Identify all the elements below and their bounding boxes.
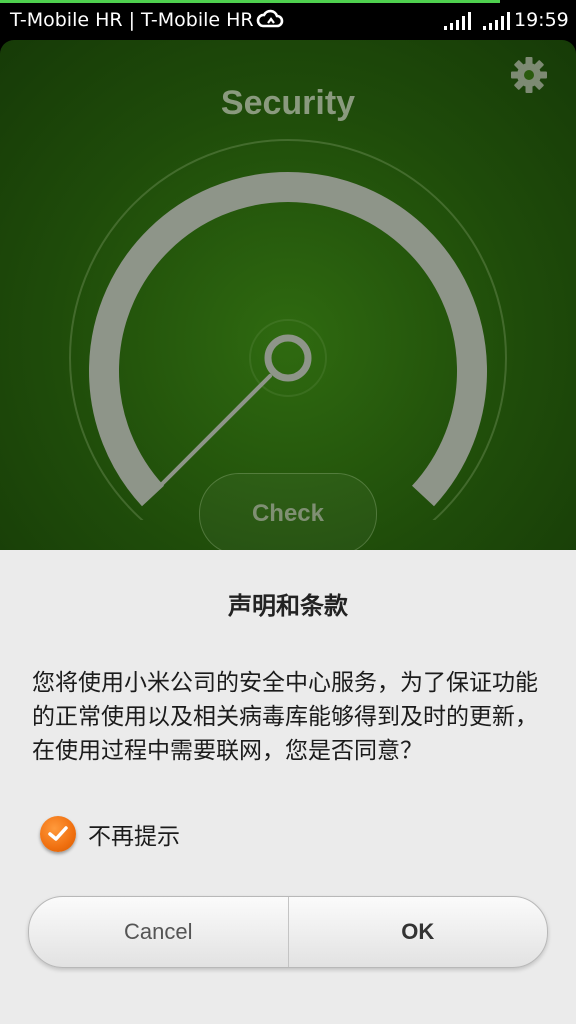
- dont-remind-checkbox[interactable]: 不再提示: [40, 814, 180, 854]
- clock: 19:59: [514, 9, 569, 31]
- cancel-button[interactable]: Cancel: [29, 897, 289, 967]
- security-gauge: [69, 139, 507, 520]
- signal-icon: [482, 11, 510, 35]
- status-bar: T-Mobile HR | T-Mobile HR 19:59: [0, 0, 576, 40]
- dialog-title: 声明和条款: [228, 592, 348, 620]
- check-button[interactable]: Check: [199, 473, 377, 555]
- checkbox-label: 不再提示: [88, 824, 180, 850]
- checkmark-icon[interactable]: [40, 816, 76, 852]
- terms-dialog: 声明和条款 您将使用小米公司的安全中心服务，为了保证功能的正常使用以及相关病毒库…: [0, 550, 576, 1024]
- status-progress-bar: [0, 0, 500, 3]
- dialog-button-bar: Cancel OK: [28, 896, 548, 968]
- carrier-label: T-Mobile HR | T-Mobile HR: [10, 9, 254, 31]
- ok-button[interactable]: OK: [289, 897, 548, 967]
- gear-icon[interactable]: [510, 56, 548, 98]
- dialog-message: 您将使用小米公司的安全中心服务，为了保证功能的正常使用以及相关病毒库能够得到及时…: [32, 670, 538, 764]
- signal-icon: [443, 11, 471, 35]
- cloud-icon: [256, 9, 284, 33]
